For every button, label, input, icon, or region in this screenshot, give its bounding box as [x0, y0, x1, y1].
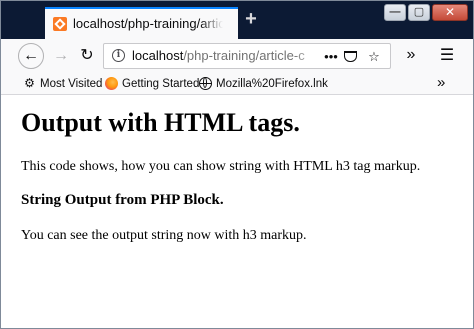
globe-icon — [199, 77, 212, 90]
minimize-button[interactable]: — — [384, 4, 406, 21]
minimize-icon: — — [389, 6, 401, 18]
bookmark-getting-started[interactable]: Getting Started — [105, 75, 199, 92]
site-info-icon[interactable]: i — [112, 49, 125, 62]
bookmarks-overflow-button[interactable]: » — [437, 74, 445, 91]
url-text[interactable]: localhost/php-training/article-c — [132, 48, 322, 63]
xampp-favicon-icon — [53, 17, 67, 31]
bookmark-label: Getting Started — [122, 77, 200, 90]
forward-button[interactable]: → — [49, 44, 73, 68]
close-button[interactable]: ✕ — [432, 4, 468, 21]
active-tab[interactable]: localhost/php-training/article-c — [45, 7, 238, 39]
close-icon: ✕ — [444, 5, 456, 19]
bookmark-label: Mozilla%20Firefox.lnk — [216, 77, 328, 90]
page-content: Output with HTML tags. This code shows, … — [1, 95, 473, 328]
url-host: localhost — [132, 48, 184, 63]
new-tab-button[interactable]: + — [241, 9, 261, 29]
back-button[interactable]: ← — [18, 43, 44, 69]
section-subheading: String Output from PHP Block. — [21, 192, 224, 208]
url-path: /php-training/article-c — [183, 48, 305, 63]
url-bar[interactable]: i localhost/php-training/article-c ••• ☆ — [103, 43, 391, 69]
gear-icon: ⚙ — [24, 76, 35, 90]
maximize-icon: ▢ — [413, 6, 425, 18]
bookmarks-toolbar: ⚙ Most Visited Getting Started Mozilla%2… — [1, 73, 473, 95]
page-heading: Output with HTML tags. — [21, 108, 300, 137]
pocket-icon[interactable] — [344, 51, 357, 62]
bookmark-mozilla-firefox-lnk[interactable]: Mozilla%20Firefox.lnk — [199, 75, 328, 92]
bookmark-most-visited[interactable]: ⚙ Most Visited — [23, 75, 102, 92]
reload-button[interactable]: ↻ — [75, 44, 99, 68]
intro-paragraph: This code shows, how you can show string… — [21, 159, 421, 174]
hamburger-menu-icon[interactable]: ☰ — [435, 44, 459, 68]
window-controls: — ▢ ✕ — [382, 4, 468, 22]
browser-window: localhost/php-training/article-c + — ▢ ✕… — [0, 0, 474, 329]
url-actions: ••• ☆ — [317, 47, 384, 67]
maximize-button[interactable]: ▢ — [408, 4, 430, 21]
tab-bar: localhost/php-training/article-c + — ▢ ✕ — [1, 1, 473, 39]
navigation-toolbar: ← → ↻ i localhost/php-training/article-c… — [1, 39, 473, 73]
bookmark-star-icon[interactable]: ☆ — [364, 47, 384, 67]
firefox-icon — [105, 77, 118, 90]
page-actions-icon[interactable]: ••• — [321, 47, 341, 67]
bookmark-label: Most Visited — [40, 77, 103, 90]
tab-title: localhost/php-training/article-c — [73, 16, 223, 31]
toolbar-overflow-button[interactable]: » — [399, 44, 423, 68]
output-paragraph: You can see the output string now with h… — [21, 228, 307, 243]
